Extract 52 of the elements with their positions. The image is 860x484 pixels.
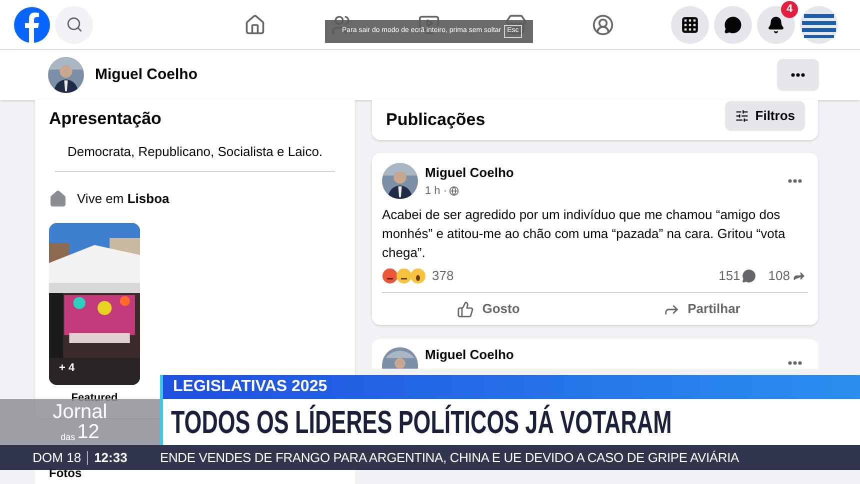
reactions-icon [382, 268, 428, 284]
featured-photo[interactable]: + 4 [49, 222, 140, 384]
bio-text: Democrata, Republicano, Socialista e Laico. [66, 142, 324, 161]
filter-button[interactable]: Filtros [725, 101, 805, 131]
avatar[interactable] [382, 163, 418, 199]
profile-name: Miguel Coelho [95, 64, 198, 85]
category-text: LEGISLATIVAS 2025 [173, 377, 328, 397]
author-name[interactable]: Miguel Coelho [425, 347, 514, 362]
comment-icon [742, 269, 756, 283]
date-text: DOM 18 [32, 448, 82, 467]
ticker-text: ENDE VENDES DE FRANGO PARA ARGENTINA, CHINA E UE DEVIDO A CASO DE GRIPE AVIÁRIA [160, 448, 739, 467]
messenger-button[interactable] [714, 6, 752, 44]
show-logo-subtitle: das [60, 433, 76, 442]
logo-icon[interactable] [14, 6, 50, 42]
intro-title: Apresentação [49, 108, 162, 130]
chat-bubble-icon [724, 16, 742, 34]
featured-label: Featured [71, 390, 118, 404]
show-logo-number: 12 [77, 422, 100, 442]
share-button[interactable]: Partilhar [595, 293, 808, 325]
photos-title: Fotos [49, 466, 82, 480]
author-name[interactable]: Miguel Coelho [425, 163, 514, 182]
location-text: Vive em Lisboa [77, 190, 170, 208]
home-icon [49, 190, 67, 208]
sliders-icon [735, 109, 750, 123]
more-icon [788, 361, 802, 365]
comments-count[interactable]: 151 [718, 266, 740, 286]
post-time: 1 h · [425, 184, 448, 198]
time-text: 12:33 [94, 448, 128, 467]
menu-button[interactable] [671, 6, 709, 44]
post-menu-button[interactable] [788, 361, 802, 365]
grid-icon [681, 16, 699, 34]
avatar[interactable] [48, 57, 84, 93]
post-menu-button[interactable] [788, 179, 802, 183]
like-button[interactable]: Gosto [382, 293, 595, 325]
more-icon [788, 179, 802, 183]
account-icon[interactable] [800, 6, 838, 44]
headline-text: TODOS OS LÍDERES POLÍTICOS JÁ VOTARAM [171, 403, 672, 442]
search-icon [66, 16, 82, 33]
reactions-count: 378 [432, 267, 454, 286]
search-button[interactable] [55, 6, 93, 44]
show-logo-title: Jornal [52, 402, 108, 422]
more-button[interactable] [777, 59, 819, 91]
notification-badge: 4 [781, 0, 798, 18]
thumbs-up-icon [457, 300, 474, 318]
shares-count[interactable]: 108 [768, 266, 790, 286]
bell-icon [767, 16, 785, 34]
globe-icon [449, 186, 460, 196]
post-text: Acabei de ser agredido por um indivíduo que me chamou “amigo dos monhés” e atitou-me ao chão com uma “pazada” na cara. Gritou “vota chega”. [382, 206, 786, 262]
more-count: + 4 [59, 361, 75, 376]
more-icon [791, 73, 805, 77]
posts-title: Publicações [386, 109, 486, 132]
notifications-button[interactable] [757, 6, 795, 44]
